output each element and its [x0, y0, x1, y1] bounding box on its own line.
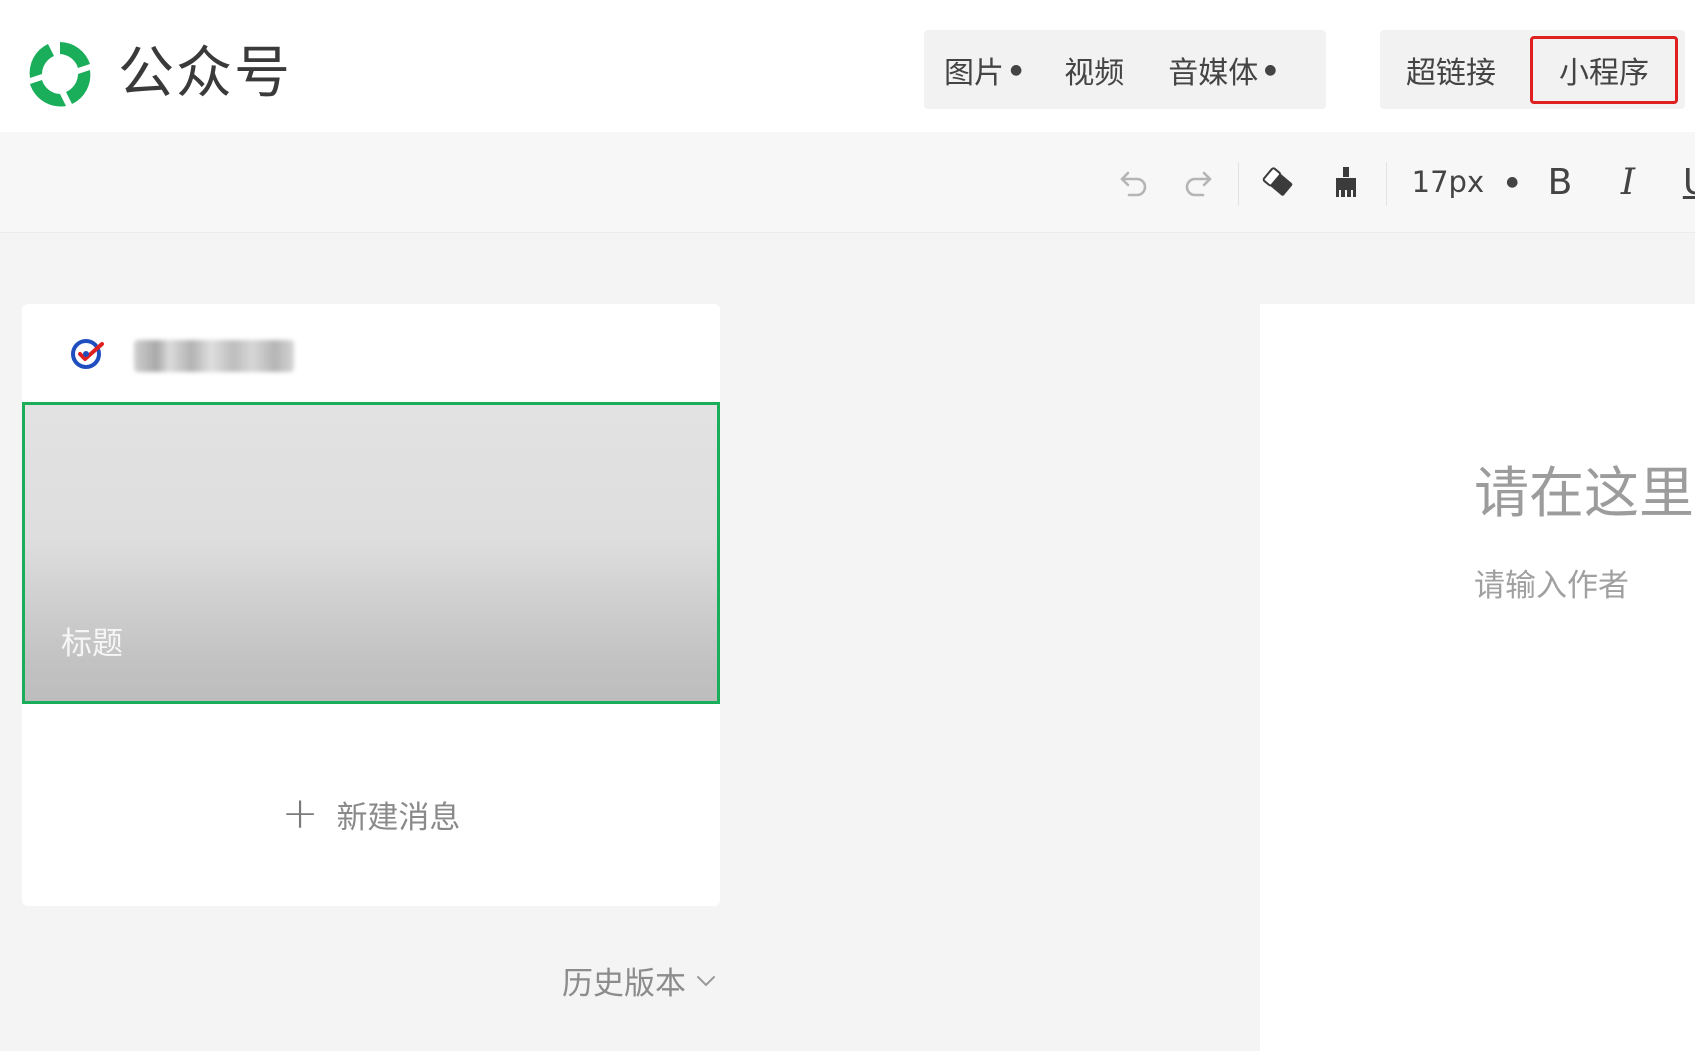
insert-media-group: 图片 ● 视频 音媒体 ●	[924, 30, 1326, 109]
insert-audio-button[interactable]: 音媒体 ●	[1168, 48, 1276, 92]
article-author-input[interactable]: 请输入作者	[1474, 560, 1629, 605]
format-painter-icon	[1336, 167, 1356, 197]
font-size-value: 17px	[1411, 165, 1485, 199]
dropdown-dot-icon: ●	[1010, 61, 1023, 78]
insert-hyperlink-button[interactable]: 超链接	[1406, 48, 1496, 92]
redo-button[interactable]	[1172, 132, 1224, 232]
insert-video-button[interactable]: 视频	[1064, 48, 1124, 92]
format-painter-button[interactable]	[1320, 132, 1372, 232]
toolbar-divider	[1386, 162, 1387, 206]
insert-image-button[interactable]: 图片 ●	[944, 48, 1022, 92]
article-editor-panel: 请在这里输 请输入作者	[1260, 304, 1695, 1051]
dropdown-dot-icon: ●	[1506, 174, 1519, 190]
undo-icon	[1120, 171, 1147, 197]
dropdown-dot-icon: ●	[1264, 61, 1277, 78]
clear-format-button[interactable]	[1252, 132, 1304, 232]
toolbar-divider	[1238, 162, 1239, 206]
insert-hyperlink-label: 超链接	[1406, 55, 1496, 91]
bold-button[interactable]: B	[1540, 132, 1580, 232]
insert-video-label: 视频	[1064, 55, 1125, 91]
new-message-button[interactable]: + 新建消息	[22, 784, 720, 844]
top-bar: 公众号 图片 ● 视频 音媒体 ● 超链接 小程序	[0, 0, 1695, 132]
wechat-official-account-logo-icon	[29, 42, 91, 107]
insert-audio-label: 音媒体	[1168, 55, 1259, 91]
brand-name: 公众号	[118, 41, 292, 106]
chevron-down-icon	[697, 975, 715, 986]
insert-image-label: 图片	[944, 55, 1004, 91]
italic-button[interactable]: I	[1608, 132, 1648, 232]
insert-mini-program-label: 小程序	[1559, 55, 1649, 91]
plus-icon: +	[281, 788, 319, 839]
history-versions-label: 历史版本	[562, 966, 686, 1002]
editor-toolbar: 17px ● B I U	[0, 132, 1695, 233]
eraser-icon	[1262, 167, 1293, 196]
article-cover-title: 标题	[61, 626, 123, 662]
insert-link-group: 超链接 小程序	[1380, 30, 1685, 109]
insert-mini-program-button[interactable]: 小程序	[1530, 35, 1678, 104]
history-versions-button[interactable]: 历史版本	[562, 958, 718, 1003]
article-cover-item[interactable]: 标题	[22, 402, 720, 704]
new-message-label: 新建消息	[336, 799, 461, 836]
undo-button[interactable]	[1108, 132, 1160, 232]
account-name-blurred	[134, 340, 294, 372]
redo-icon	[1185, 171, 1212, 197]
article-title-input[interactable]: 请在这里输	[1474, 448, 1695, 528]
account-avatar-icon	[71, 339, 104, 369]
article-list-card: 标题 + 新建消息	[22, 304, 720, 906]
underline-button[interactable]: U	[1676, 132, 1695, 232]
font-size-select[interactable]: 17px ●	[1410, 132, 1520, 232]
